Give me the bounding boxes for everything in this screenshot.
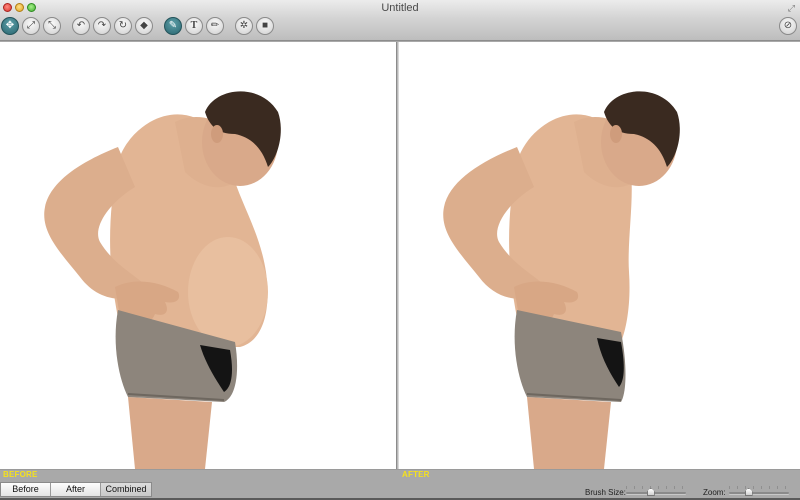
redo-button[interactable]: ↷ [93,17,111,35]
brush-size-label: Brush Size: [585,488,626,497]
eraser-button[interactable]: ◆ [135,17,153,35]
view-combined-button[interactable]: Combined [101,483,151,496]
zoom-thumb[interactable] [744,488,753,496]
reset-button[interactable]: ↻ [114,17,132,35]
app-window: Untitled ⤢ ✥ ⤢ ⤡ ↶ ↷ ↻ ◆ ✎ T ✏ ✲ ■ ⊘ BEF… [0,0,800,500]
before-label: BEFORE [3,470,38,479]
brush-icon: ✎ [168,20,178,31]
toggle-icon: ⊘ [783,20,793,31]
eraser-icon: ◆ [140,20,148,31]
camera-icon: ■ [261,20,269,31]
text-icon: T [190,20,198,31]
zoom-slider[interactable] [729,486,789,497]
move-tool-button[interactable]: ✥ [1,17,19,35]
text-tool-button[interactable]: T [185,17,203,35]
before-after-toggle-button[interactable]: ⊘ [779,17,797,35]
move-icon: ✥ [5,20,15,31]
legs [527,397,611,469]
zoom-label: Zoom: [703,488,726,497]
zoom-ticks [729,486,789,489]
before-panel[interactable] [0,42,396,469]
before-photo [44,91,281,469]
brush-size-thumb[interactable] [646,488,655,496]
fit-to-screen-button[interactable]: ⤢ [22,17,40,35]
after-photo [443,91,680,469]
reset-icon: ↻ [118,20,128,31]
collapse-icon: ⤡ [48,20,56,31]
undo-icon: ↶ [76,20,86,31]
actual-size-button[interactable]: ⤡ [43,17,61,35]
video-button[interactable]: ■ [256,17,274,35]
fullscreen-icon[interactable]: ⤢ [788,3,795,14]
pencil-tool-button[interactable]: ✏ [206,17,224,35]
redo-icon: ↷ [97,20,107,31]
expand-icon: ⤢ [27,20,35,31]
window-title: Untitled [381,2,419,14]
view-after-button[interactable]: After [51,483,101,496]
brush-size-slider[interactable] [626,486,686,497]
brush-size-track [626,492,686,494]
smooth-brush-button[interactable]: ✎ [164,17,182,35]
brush-size-ticks [626,486,686,489]
after-label: AFTER [402,470,430,479]
zoom-track [729,492,789,494]
legs [128,397,212,469]
view-mode-selector: Before After Combined [0,482,152,497]
undo-button[interactable]: ↶ [72,17,90,35]
view-before-button[interactable]: Before [1,483,51,496]
settings-icon: ✲ [239,20,249,31]
settings-button[interactable]: ✲ [235,17,253,35]
after-panel[interactable] [399,42,800,469]
pencil-icon: ✏ [210,20,220,31]
title-bar: Untitled ⤢ ✥ ⤢ ⤡ ↶ ↷ ↻ ◆ ✎ T ✏ ✲ ■ ⊘ [0,0,800,41]
